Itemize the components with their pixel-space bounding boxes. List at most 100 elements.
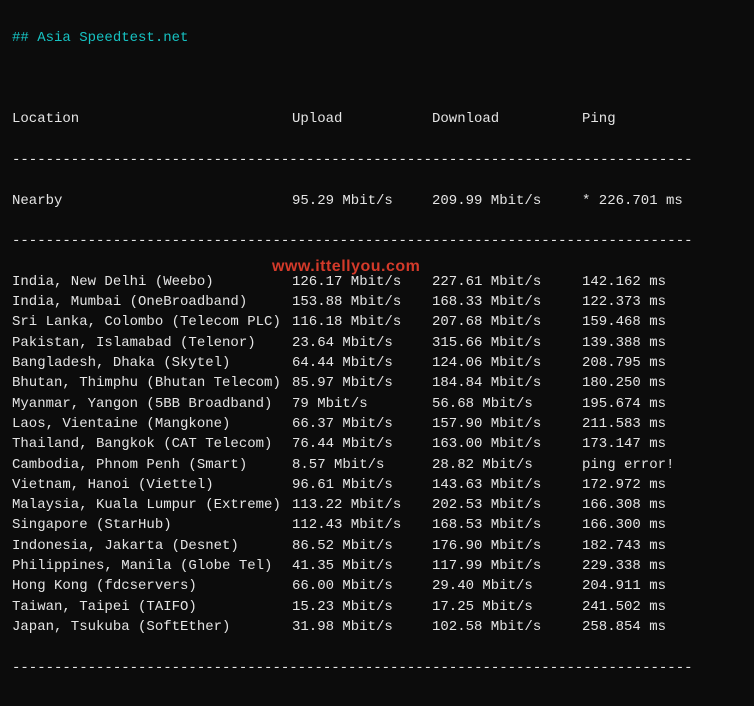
cell-upload: 41.35 Mbit/s [292, 556, 432, 576]
cell-location: India, Mumbai (OneBroadband) [12, 292, 292, 312]
results-body: India, New Delhi (Weebo)126.17 Mbit/s227… [12, 272, 742, 637]
header-upload: Upload [292, 109, 432, 129]
table-row: Singapore (StarHub)112.43 Mbit/s168.53 M… [12, 515, 742, 535]
cell-location: Cambodia, Phnom Penh (Smart) [12, 455, 292, 475]
cell-location: Philippines, Manila (Globe Tel) [12, 556, 292, 576]
cell-upload: 79 Mbit/s [292, 394, 432, 414]
cell-download: 29.40 Mbit/s [432, 576, 582, 596]
cell-upload: 113.22 Mbit/s [292, 495, 432, 515]
cell-ping: 166.300 ms [582, 515, 666, 535]
cell-location: Myanmar, Yangon (5BB Broadband) [12, 394, 292, 414]
cell-ping: 195.674 ms [582, 394, 666, 414]
cell-ping: 139.388 ms [582, 333, 666, 353]
cell-download: 117.99 Mbit/s [432, 556, 582, 576]
cell-location: Taiwan, Taipei (TAIFO) [12, 597, 292, 617]
cell-ping: 180.250 ms [582, 373, 666, 393]
cell-download: 168.53 Mbit/s [432, 515, 582, 535]
divider-line: ----------------------------------------… [12, 658, 742, 678]
header-download: Download [432, 109, 582, 129]
cell-location: Bangladesh, Dhaka (Skytel) [12, 353, 292, 373]
cell-location: India, New Delhi (Weebo) [12, 272, 292, 292]
section-title: ## Asia Speedtest.net [12, 28, 742, 48]
cell-upload: 23.64 Mbit/s [292, 333, 432, 353]
cell-upload: 66.37 Mbit/s [292, 414, 432, 434]
divider-line: ----------------------------------------… [12, 150, 742, 170]
header-ping: Ping [582, 109, 616, 129]
cell-download: 17.25 Mbit/s [432, 597, 582, 617]
divider-line: ----------------------------------------… [12, 231, 742, 251]
cell-upload: 66.00 Mbit/s [292, 576, 432, 596]
cell-upload: 15.23 Mbit/s [292, 597, 432, 617]
cell-ping: 204.911 ms [582, 576, 666, 596]
cell-location: Laos, Vientaine (Mangkone) [12, 414, 292, 434]
cell-download: 207.68 Mbit/s [432, 312, 582, 332]
cell-ping: 122.373 ms [582, 292, 666, 312]
nearby-download: 209.99 Mbit/s [432, 191, 582, 211]
table-row: Indonesia, Jakarta (Desnet)86.52 Mbit/s1… [12, 536, 742, 556]
table-row: Thailand, Bangkok (CAT Telecom)76.44 Mbi… [12, 434, 742, 454]
table-row: Malaysia, Kuala Lumpur (Extreme)113.22 M… [12, 495, 742, 515]
table-row: Hong Kong (fdcservers)66.00 Mbit/s29.40 … [12, 576, 742, 596]
cell-download: 157.90 Mbit/s [432, 414, 582, 434]
cell-location: Japan, Tsukuba (SoftEther) [12, 617, 292, 637]
cell-location: Vietnam, Hanoi (Viettel) [12, 475, 292, 495]
table-row: Taiwan, Taipei (TAIFO)15.23 Mbit/s17.25 … [12, 597, 742, 617]
table-row: Myanmar, Yangon (5BB Broadband)79 Mbit/s… [12, 394, 742, 414]
nearby-upload: 95.29 Mbit/s [292, 191, 432, 211]
table-row: India, Mumbai (OneBroadband)153.88 Mbit/… [12, 292, 742, 312]
table-row: Bhutan, Thimphu (Bhutan Telecom)85.97 Mb… [12, 373, 742, 393]
table-row: Bangladesh, Dhaka (Skytel)64.44 Mbit/s12… [12, 353, 742, 373]
table-row: Pakistan, Islamabad (Telenor)23.64 Mbit/… [12, 333, 742, 353]
cell-location: Indonesia, Jakarta (Desnet) [12, 536, 292, 556]
cell-download: 168.33 Mbit/s [432, 292, 582, 312]
table-header: LocationUploadDownloadPing [12, 109, 742, 129]
cell-upload: 76.44 Mbit/s [292, 434, 432, 454]
cell-location: Thailand, Bangkok (CAT Telecom) [12, 434, 292, 454]
cell-ping: 159.468 ms [582, 312, 666, 332]
cell-download: 202.53 Mbit/s [432, 495, 582, 515]
cell-upload: 8.57 Mbit/s [292, 455, 432, 475]
cell-download: 124.06 Mbit/s [432, 353, 582, 373]
cell-location: Malaysia, Kuala Lumpur (Extreme) [12, 495, 292, 515]
cell-download: 227.61 Mbit/s [432, 272, 582, 292]
cell-download: 143.63 Mbit/s [432, 475, 582, 495]
cell-ping: 241.502 ms [582, 597, 666, 617]
cell-upload: 116.18 Mbit/s [292, 312, 432, 332]
cell-location: Bhutan, Thimphu (Bhutan Telecom) [12, 373, 292, 393]
table-row: Cambodia, Phnom Penh (Smart)8.57 Mbit/s2… [12, 455, 742, 475]
cell-ping: 182.743 ms [582, 536, 666, 556]
blank-line [12, 69, 742, 89]
terminal-output: ## Asia Speedtest.net LocationUploadDown… [0, 0, 754, 706]
cell-upload: 86.52 Mbit/s [292, 536, 432, 556]
cell-upload: 96.61 Mbit/s [292, 475, 432, 495]
cell-ping: ping error! [582, 455, 674, 475]
table-row: Laos, Vientaine (Mangkone)66.37 Mbit/s15… [12, 414, 742, 434]
table-row: Sri Lanka, Colombo (Telecom PLC)116.18 M… [12, 312, 742, 332]
nearby-ping: * 226.701 ms [582, 191, 683, 211]
nearby-row: Nearby95.29 Mbit/s209.99 Mbit/s* 226.701… [12, 191, 742, 211]
cell-location: Sri Lanka, Colombo (Telecom PLC) [12, 312, 292, 332]
cell-location: Pakistan, Islamabad (Telenor) [12, 333, 292, 353]
cell-ping: 173.147 ms [582, 434, 666, 454]
cell-download: 176.90 Mbit/s [432, 536, 582, 556]
cell-download: 28.82 Mbit/s [432, 455, 582, 475]
watermark-text: www.ittellyou.com [272, 258, 420, 276]
cell-ping: 172.972 ms [582, 475, 666, 495]
cell-ping: 258.854 ms [582, 617, 666, 637]
cell-location: Hong Kong (fdcservers) [12, 576, 292, 596]
nearby-label: Nearby [12, 191, 292, 211]
cell-upload: 153.88 Mbit/s [292, 292, 432, 312]
cell-download: 102.58 Mbit/s [432, 617, 582, 637]
cell-download: 315.66 Mbit/s [432, 333, 582, 353]
cell-upload: 85.97 Mbit/s [292, 373, 432, 393]
cell-download: 184.84 Mbit/s [432, 373, 582, 393]
cell-ping: 166.308 ms [582, 495, 666, 515]
cell-ping: 208.795 ms [582, 353, 666, 373]
table-row: Japan, Tsukuba (SoftEther)31.98 Mbit/s10… [12, 617, 742, 637]
header-location: Location [12, 109, 292, 129]
cell-ping: 211.583 ms [582, 414, 666, 434]
table-row: Vietnam, Hanoi (Viettel)96.61 Mbit/s143.… [12, 475, 742, 495]
cell-upload: 64.44 Mbit/s [292, 353, 432, 373]
table-row: Philippines, Manila (Globe Tel)41.35 Mbi… [12, 556, 742, 576]
cell-download: 163.00 Mbit/s [432, 434, 582, 454]
